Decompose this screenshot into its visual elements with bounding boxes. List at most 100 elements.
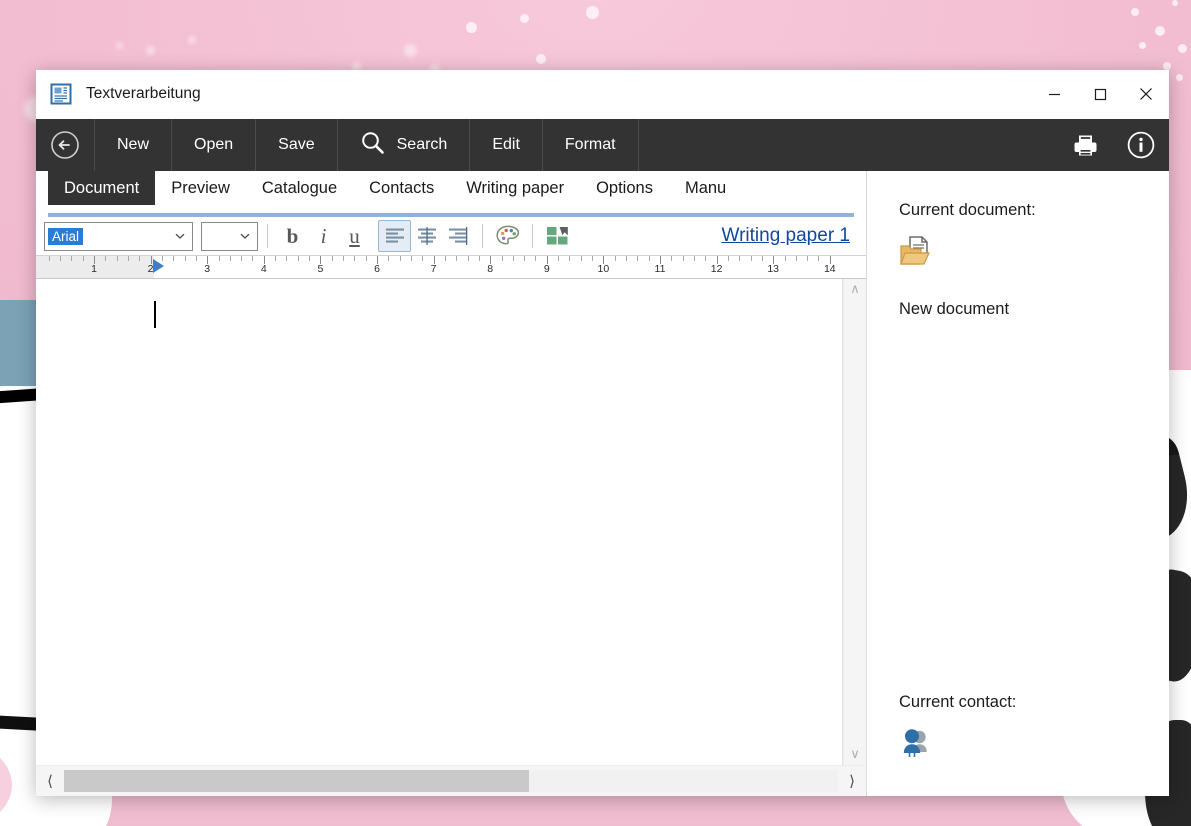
font-family-combobox[interactable]: Arial (44, 221, 193, 251)
tab-contacts[interactable]: Contacts (353, 171, 450, 205)
command-save-label: Save (278, 136, 315, 153)
indent-marker[interactable] (152, 259, 164, 273)
ruler-tick-minor (48, 256, 50, 261)
ruler-tick-minor (195, 256, 197, 261)
align-right-button[interactable] (442, 221, 473, 251)
insert-table-button[interactable] (542, 221, 573, 251)
command-new-label: New (117, 136, 150, 153)
current-contact-label: Current contact: (899, 693, 1017, 711)
wallpaper-dot (586, 6, 599, 19)
ruler-number: 8 (487, 263, 494, 275)
ruler-tick-minor (275, 256, 277, 261)
ruler-number: 13 (767, 263, 780, 275)
tab-manu[interactable]: Manu (669, 171, 742, 205)
writing-paper-link[interactable]: Writing paper 1 (722, 225, 851, 247)
close-button[interactable] (1123, 70, 1169, 118)
editor-pane: Document Preview Catalogue Contacts Writ… (36, 171, 867, 796)
ruler-tick-minor (241, 256, 243, 261)
command-edit[interactable]: Edit (469, 119, 542, 171)
align-left-button[interactable] (378, 220, 411, 252)
ruler-tick-minor (727, 256, 729, 261)
info-button[interactable] (1113, 119, 1169, 171)
wallpaper-dot (1155, 26, 1165, 36)
command-edit-label: Edit (492, 136, 520, 153)
text-color-button[interactable] (492, 221, 523, 251)
horizontal-scroll-thumb[interactable] (64, 770, 529, 792)
ruler-tick-minor (592, 256, 594, 261)
close-icon (1140, 88, 1152, 100)
tab-document-label: Document (64, 178, 140, 197)
ruler-tick-minor (422, 256, 424, 261)
ruler-tick-minor (626, 256, 628, 261)
contacts-people-icon[interactable] (899, 726, 933, 760)
wallpaper-dot (188, 36, 196, 44)
align-center-button[interactable] (411, 221, 442, 251)
toolbar-divider (482, 224, 483, 248)
chevron-left-icon[interactable]: ⟨ (36, 772, 64, 790)
search-icon (360, 130, 386, 161)
ruler-tick-minor (569, 256, 571, 261)
horizontal-scroll-track[interactable] (64, 770, 838, 792)
tab-options[interactable]: Options (580, 171, 669, 205)
ruler-tick-minor (637, 256, 639, 261)
command-save[interactable]: Save (255, 119, 336, 171)
underline-button[interactable]: u (339, 221, 370, 251)
vertical-scrollbar[interactable]: ∧ ∨ (843, 279, 866, 765)
ruler-number: 7 (430, 263, 437, 275)
ruler-tick-minor (286, 256, 288, 261)
italic-button[interactable]: i (308, 221, 339, 251)
ruler-tick-minor (558, 256, 560, 261)
table-insert-icon (546, 227, 568, 245)
ruler-tick-minor (761, 256, 763, 261)
ruler-tick-minor (331, 256, 333, 261)
ruler-tick-minor (478, 256, 480, 261)
chevron-up-icon[interactable]: ∧ (850, 283, 860, 296)
ruler[interactable]: 1 2 3 4 5 6 7 8 9 10 11 12 13 14 (36, 255, 866, 279)
tab-writing-paper-label: Writing paper (466, 178, 565, 197)
ruler-tick-minor (82, 256, 84, 261)
tab-document[interactable]: Document (48, 171, 156, 205)
wallpaper-dot (1178, 44, 1187, 53)
tab-bar: Document Preview Catalogue Contacts Writ… (36, 171, 866, 213)
wallpaper-dot (1139, 42, 1146, 49)
ruler-tick-minor (671, 256, 673, 261)
ruler-tick-minor (705, 256, 707, 261)
ruler-tick-minor (467, 256, 469, 261)
tab-catalogue-label: Catalogue (261, 178, 338, 197)
document-canvas[interactable] (36, 279, 843, 765)
tab-writing-paper[interactable]: Writing paper (450, 171, 580, 205)
align-center-icon (417, 227, 436, 245)
ruler-number: 9 (543, 263, 550, 275)
minimize-button[interactable] (1031, 70, 1077, 118)
window-title: Textverarbeitung (86, 85, 201, 102)
bold-button[interactable]: b (277, 221, 308, 251)
font-size-combobox[interactable] (201, 221, 258, 251)
side-panel: Current document: New document Current c… (867, 171, 1169, 796)
chevron-down-icon (240, 233, 250, 239)
horizontal-scrollbar[interactable]: ⟨ ⟩ (36, 765, 866, 796)
maximize-icon (1094, 88, 1106, 100)
tab-catalogue[interactable]: Catalogue (246, 171, 353, 205)
ruler-number: 6 (374, 263, 380, 275)
wallpaper-dot (1131, 8, 1139, 16)
ruler-tick-minor (71, 256, 73, 261)
open-folder-document-icon[interactable] (899, 234, 933, 268)
maximize-button[interactable] (1077, 70, 1123, 118)
command-bar-spacer (637, 119, 1057, 171)
command-open[interactable]: Open (171, 119, 255, 171)
back-button[interactable] (36, 119, 94, 171)
chevron-right-icon[interactable]: ⟩ (838, 772, 866, 790)
chevron-down-icon[interactable]: ∨ (850, 748, 860, 761)
ruler-tick-minor (444, 256, 446, 261)
command-search[interactable]: Search (336, 119, 470, 171)
canvas-area: ∧ ∨ (36, 279, 866, 765)
ruler-tick-minor (365, 256, 367, 261)
ruler-tick-minor (580, 256, 582, 261)
ruler-tick-minor (682, 256, 684, 261)
command-new[interactable]: New (94, 119, 171, 171)
tab-preview[interactable]: Preview (155, 171, 246, 205)
command-bar: New Open Save Search Edit Format (36, 119, 1169, 171)
print-button[interactable] (1057, 119, 1113, 171)
font-size-value (205, 235, 213, 237)
command-format[interactable]: Format (541, 119, 638, 171)
